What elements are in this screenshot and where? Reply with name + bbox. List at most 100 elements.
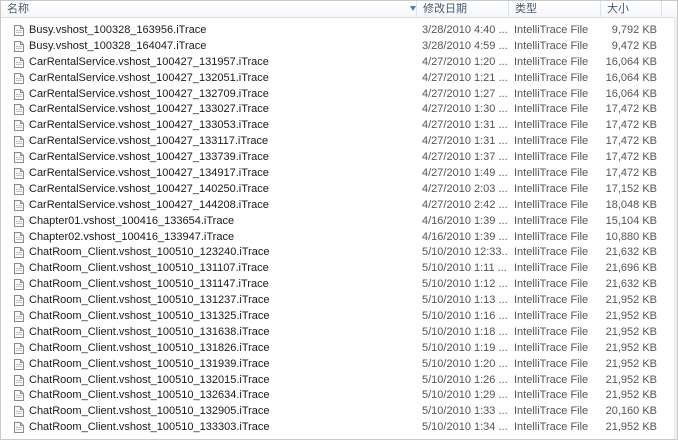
file-size: 21,952 KB <box>605 421 657 434</box>
file-size: 15,104 KB <box>605 214 657 227</box>
file-modified-date: 3/28/2010 4:40 ... <box>422 24 508 36</box>
column-header-bar: 名称 修改日期 类型 大小 <box>1 1 677 18</box>
file-modified-date: 3/28/2010 4:59 ... <box>422 39 508 52</box>
file-size: 21,952 KB <box>605 357 657 370</box>
file-modified-date: 5/10/2010 1:18 ... <box>422 325 508 338</box>
file-row[interactable]: CarRentalService.vshost_100427_144208.iT… <box>1 198 677 214</box>
file-name: Busy.vshost_100328_163956.iTrace <box>29 24 207 36</box>
file-modified-date: 4/16/2010 1:39 ... <box>422 214 508 227</box>
vertical-scrollbar[interactable] <box>674 17 677 439</box>
file-name: CarRentalService.vshost_100427_133027.iT… <box>29 103 269 116</box>
file-modified-date: 5/10/2010 1:26 ... <box>422 373 508 386</box>
file-size: 21,952 KB <box>605 310 657 323</box>
file-modified-date: 4/27/2010 1:31 ... <box>422 135 508 148</box>
document-icon <box>14 88 24 100</box>
file-size: 16,064 KB <box>605 87 657 100</box>
file-modified-date: 4/27/2010 1:49 ... <box>422 167 508 180</box>
document-icon <box>14 231 24 243</box>
file-type: IntelliTrace File <box>514 421 589 434</box>
file-row[interactable]: ChatRoom_Client.vshost_100510_131147.iTr… <box>1 277 677 293</box>
document-icon <box>14 72 24 84</box>
file-name: CarRentalService.vshost_100427_133053.iT… <box>29 119 269 132</box>
file-size: 16,064 KB <box>605 55 657 68</box>
file-type: IntelliTrace File <box>514 373 589 386</box>
file-size: 17,472 KB <box>605 151 657 164</box>
file-type: IntelliTrace File <box>514 182 589 195</box>
file-modified-date: 4/16/2010 1:39 ... <box>422 230 508 243</box>
file-name: CarRentalService.vshost_100427_132709.iT… <box>29 87 269 100</box>
file-name: ChatRoom_Client.vshost_100510_132634.iTr… <box>29 389 270 402</box>
file-row[interactable]: CarRentalService.vshost_100427_133053.iT… <box>1 118 677 134</box>
document-icon <box>14 168 24 180</box>
file-name: ChatRoom_Client.vshost_100510_132015.iTr… <box>29 373 270 386</box>
file-size: 20,160 KB <box>605 405 657 418</box>
file-name: ChatRoom_Client.vshost_100510_131147.iTr… <box>29 278 269 291</box>
file-row[interactable]: CarRentalService.vshost_100427_133739.iT… <box>1 150 677 166</box>
file-row[interactable]: Chapter01.vshost_100416_133654.iTrace 4/1… <box>1 214 677 230</box>
file-type: IntelliTrace File <box>514 135 589 148</box>
file-row[interactable]: Busy.vshost_100328_163956.iTrace 3/28/201… <box>1 23 677 39</box>
file-row[interactable]: ChatRoom_Client.vshost_100510_133303.iTr… <box>1 420 677 436</box>
file-name: CarRentalService.vshost_100427_131957.iT… <box>29 55 269 68</box>
file-modified-date: 4/27/2010 1:31 ... <box>422 119 508 132</box>
file-type: IntelliTrace File <box>514 214 589 227</box>
document-icon <box>14 247 24 259</box>
file-row[interactable]: CarRentalService.vshost_100427_132051.iT… <box>1 71 677 87</box>
file-type: IntelliTrace File <box>514 24 589 36</box>
column-header-modified[interactable]: 修改日期 <box>417 1 508 17</box>
file-type: IntelliTrace File <box>514 325 589 338</box>
file-name: ChatRoom_Client.vshost_100510_131107.iTr… <box>29 262 269 275</box>
file-row[interactable]: CarRentalService.vshost_100427_131957.iT… <box>1 55 677 71</box>
document-icon <box>14 311 24 323</box>
file-row[interactable]: ChatRoom_Client.vshost_100510_131826.iTr… <box>1 341 677 357</box>
column-header-name[interactable]: 名称 <box>1 1 416 17</box>
document-icon <box>14 295 24 307</box>
file-row[interactable]: CarRentalService.vshost_100427_133117.iT… <box>1 134 677 150</box>
file-row[interactable]: ChatRoom_Client.vshost_100510_132905.iTr… <box>1 404 677 420</box>
file-row[interactable]: CarRentalService.vshost_100427_140250.iT… <box>1 182 677 198</box>
file-modified-date: 5/10/2010 1:16 ... <box>422 310 508 323</box>
file-row[interactable]: ChatRoom_Client.vshost_100510_131939.iTr… <box>1 357 677 373</box>
file-name: ChatRoom_Client.vshost_100510_131325.iTr… <box>29 310 270 323</box>
file-name: CarRentalService.vshost_100427_134917.iT… <box>29 167 269 180</box>
file-row[interactable]: ChatRoom_Client.vshost_100510_131325.iTr… <box>1 309 677 325</box>
file-type: IntelliTrace File <box>514 151 589 164</box>
file-modified-date: 4/27/2010 1:30 ... <box>422 103 508 116</box>
column-divider[interactable] <box>661 1 662 17</box>
column-header-type[interactable]: 类型 <box>509 1 600 17</box>
document-icon <box>14 279 24 291</box>
file-row[interactable]: ChatRoom_Client.vshost_100510_131638.iTr… <box>1 325 677 341</box>
file-row[interactable]: ChatRoom_Client.vshost_100510_132015.iTr… <box>1 373 677 389</box>
file-type: IntelliTrace File <box>514 55 589 68</box>
file-size: 17,472 KB <box>605 103 657 116</box>
file-type: IntelliTrace File <box>514 294 589 307</box>
file-row[interactable]: ChatRoom_Client.vshost_100510_131107.iTr… <box>1 261 677 277</box>
file-size: 21,952 KB <box>605 389 657 402</box>
file-name: CarRentalService.vshost_100427_140250.iT… <box>29 182 269 195</box>
file-row[interactable]: Busy.vshost_100328_164047.iTrace 3/28/201… <box>1 39 677 55</box>
file-name: ChatRoom_Client.vshost_100510_131638.iTr… <box>29 325 270 338</box>
file-modified-date: 5/10/2010 12:33... <box>422 246 508 259</box>
file-row[interactable]: ChatRoom_Client.vshost_100510_123240.iTr… <box>1 245 677 261</box>
file-name: ChatRoom_Client.vshost_100510_131237.iTr… <box>29 294 270 307</box>
document-icon <box>14 199 24 211</box>
document-icon <box>14 152 24 164</box>
file-type: IntelliTrace File <box>514 389 589 402</box>
file-type: IntelliTrace File <box>514 119 589 132</box>
file-modified-date: 5/10/2010 1:29 ... <box>422 389 508 402</box>
file-row[interactable]: CarRentalService.vshost_100427_132709.iT… <box>1 87 677 103</box>
file-row[interactable]: Chapter02.vshost_100416_133947.iTrace 4/1… <box>1 230 677 246</box>
file-row[interactable]: CarRentalService.vshost_100427_133027.iT… <box>1 102 677 118</box>
file-row[interactable]: ChatRoom_Client.vshost_100510_132634.iTr… <box>1 388 677 404</box>
document-icon <box>14 374 24 386</box>
file-row[interactable]: ChatRoom_Client.vshost_100510_131237.iTr… <box>1 293 677 309</box>
file-name: Chapter02.vshost_100416_133947.iTrace <box>29 230 235 243</box>
file-type: IntelliTrace File <box>514 405 589 418</box>
file-size: 18,048 KB <box>605 198 657 211</box>
file-name: Chapter01.vshost_100416_133654.iTrace <box>29 214 235 227</box>
file-type: IntelliTrace File <box>514 167 589 180</box>
file-modified-date: 4/27/2010 1:27 ... <box>422 87 508 100</box>
column-header-size[interactable]: 大小 <box>601 1 661 17</box>
file-type: IntelliTrace File <box>514 246 589 259</box>
file-row[interactable]: CarRentalService.vshost_100427_134917.iT… <box>1 166 677 182</box>
